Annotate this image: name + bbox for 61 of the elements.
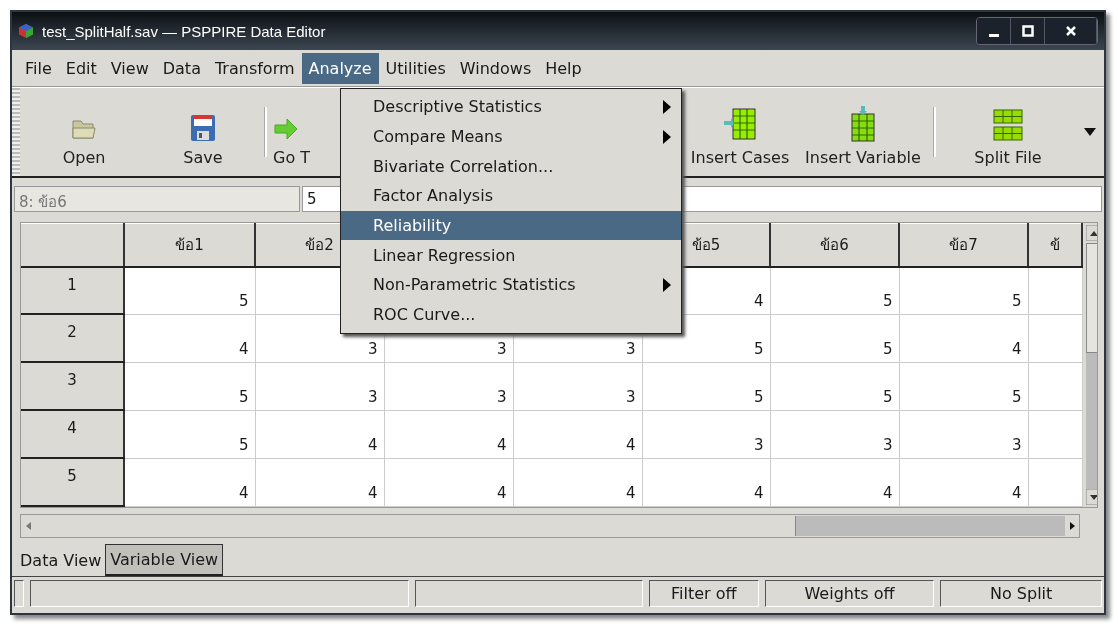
column-header[interactable]: ข้อ1 [124,223,255,267]
status-segment: Weights off [764,580,935,607]
table-cell[interactable]: 3 [255,362,384,411]
toolbar-button[interactable]: Split File [942,97,1074,167]
menu-item[interactable]: File [18,52,59,84]
table-cell[interactable]: 5 [124,362,255,411]
toolbar-button[interactable]: Insert Variable [799,97,927,167]
status-segment: Filter off [648,580,759,607]
status-segment: No Split [940,580,1102,607]
column-header[interactable]: ข้ [1028,223,1082,267]
column-header[interactable]: ข้อ6 [770,223,899,267]
menu-item[interactable]: Transform [207,52,302,84]
menu-item[interactable]: Windows [452,52,539,84]
table-cell[interactable]: 4 [513,410,642,459]
table-cell[interactable]: 5 [124,410,255,459]
table-cell[interactable]: 3 [770,410,899,459]
table-cell[interactable]: 3 [384,362,513,411]
table-cell[interactable]: 4 [255,458,384,506]
menu-item[interactable]: Data [155,52,208,84]
table-cell[interactable]: 3 [642,410,770,459]
toolbar-button[interactable]: Go T [273,97,323,167]
column-header[interactable]: ข้อ7 [899,223,1028,267]
menu-item[interactable]: Compare Means [341,121,681,152]
table-cell[interactable]: 4 [899,458,1028,506]
toolbar-button[interactable]: Open [20,97,148,167]
row-header[interactable]: 5 [21,458,124,506]
table-cell[interactable]: 4 [124,458,255,506]
menu-item[interactable]: View [103,52,156,84]
toolbar-button[interactable]: Save [148,97,258,167]
table-cell[interactable]: 4 [124,314,255,363]
table-cell[interactable]: 5 [770,314,899,363]
table-cell[interactable]: 5 [770,362,899,411]
menu-item[interactable]: Analyze [301,52,379,84]
toolbar-button[interactable]: Insert Cases [681,97,799,167]
table-cell[interactable]: 5 [642,362,770,411]
menu-item[interactable]: Descriptive Statistics [341,92,681,122]
menu-item[interactable]: Reliability [341,210,681,241]
table-cell[interactable]: 4 [384,410,513,459]
menu-item[interactable]: Bivariate Correlation... [341,151,681,182]
window-title: test_SplitHalf.sav — PSPPIRE Data Editor [42,22,326,40]
menu-item[interactable]: Edit [58,52,104,84]
table-cell[interactable]: 4 [770,458,899,506]
menu-item[interactable]: Utilities [378,52,453,84]
view-tab[interactable]: Variable View [105,544,224,576]
table-cell[interactable]: 3 [513,362,642,411]
cell-reference-field[interactable]: 8: ข้อ6 [14,186,300,212]
row-header[interactable]: 2 [21,314,124,363]
table-cell[interactable]: 4 [384,458,513,506]
table-cell[interactable]: 5 [124,266,255,315]
table-cell[interactable]: 4 [642,458,770,506]
row-header[interactable]: 4 [21,410,124,459]
table-cell[interactable]: 5 [770,266,899,315]
row-header[interactable]: 1 [21,266,124,315]
row-header[interactable]: 3 [21,362,124,411]
table-cell[interactable]: 4 [513,458,642,506]
table-cell[interactable]: 5 [899,266,1028,315]
table-cell[interactable]: 5 [899,362,1028,411]
table-cell[interactable]: 4 [255,410,384,459]
table-cell[interactable]: 3 [899,410,1028,459]
table-cell[interactable]: 4 [899,314,1028,363]
menu-item[interactable]: Help [538,52,589,84]
